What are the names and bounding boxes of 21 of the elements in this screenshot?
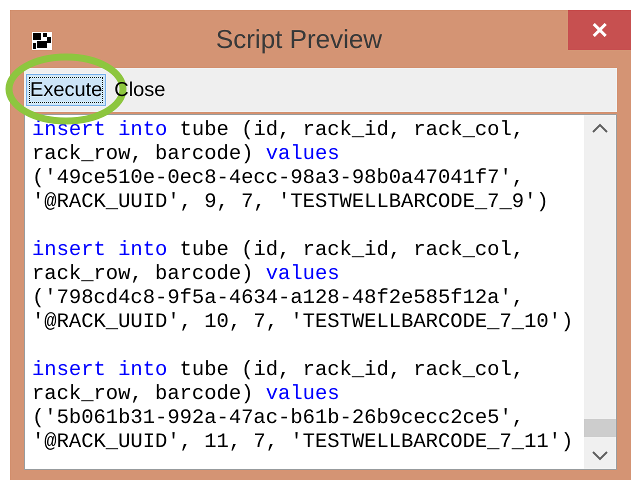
code-line: ('49ce510e-0ec8-4ecc-98a3-98b0a47041f7',: [32, 167, 524, 191]
app-icon: [32, 32, 52, 50]
close-button[interactable]: ✕: [568, 10, 631, 50]
code-line: rack_row, barcode) values: [32, 263, 340, 287]
script-editor[interactable]: [24, 114, 617, 470]
code-line: insert into tube (id, rack_id, rack_col,: [32, 239, 524, 263]
scrollbar[interactable]: [584, 115, 616, 469]
scroll-thumb[interactable]: [584, 419, 616, 437]
code-line: ('5b061b31-992a-47ac-b61b-26b9cecc2ce5',: [32, 407, 524, 431]
menu-item[interactable]: Execute: [26, 74, 106, 106]
code-line: ('798cd4c8-9f5a-4634-a128-48f2e585f12a',: [32, 287, 524, 311]
scroll-up-icon[interactable]: [592, 123, 608, 133]
code-line: insert into tube (id, rack_id, rack_col,: [32, 359, 524, 383]
code-line: rack_row, barcode) values: [32, 143, 340, 167]
scroll-down-icon[interactable]: [592, 451, 608, 461]
code-line: '@RACK_UUID', 11, 7, 'TESTWELLBARCODE_7_11'): [32, 431, 574, 455]
code-line: '@RACK_UUID', 10, 7, 'TESTWELLBARCODE_7_10'): [32, 311, 574, 335]
code-line: rack_row, barcode) values: [32, 383, 340, 407]
code-line: '@RACK_UUID', 9, 7, 'TESTWELLBARCODE_7_9'): [32, 191, 549, 215]
window-title: Script Preview: [216, 23, 382, 56]
code-line: insert into tube (id, rack_id, rack_col,: [32, 119, 524, 143]
